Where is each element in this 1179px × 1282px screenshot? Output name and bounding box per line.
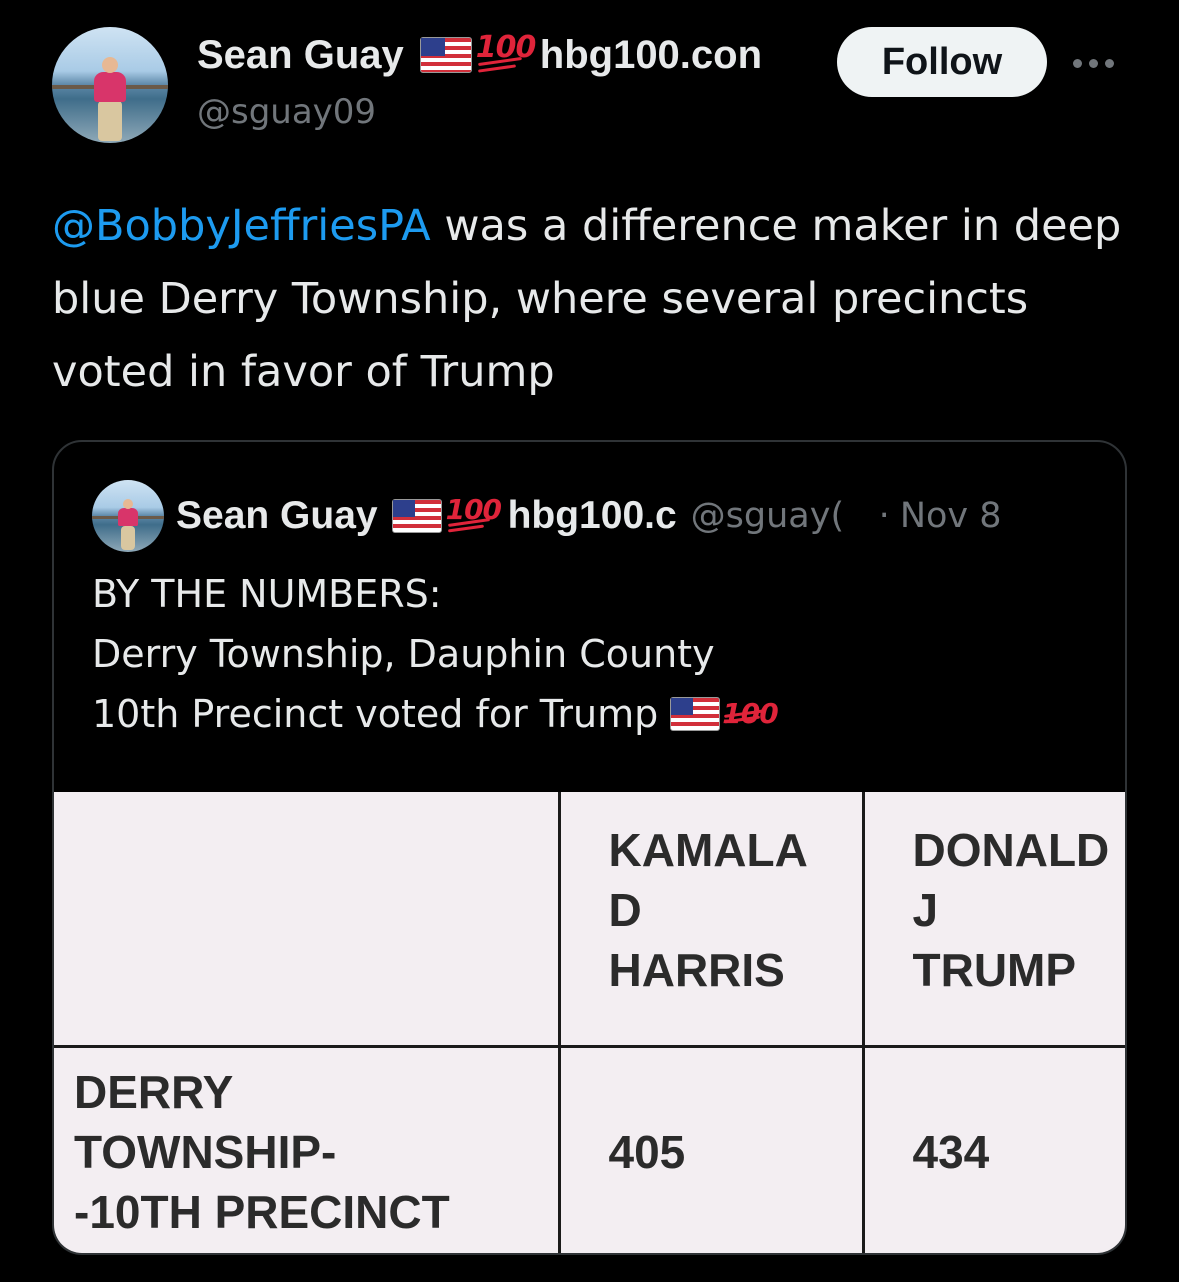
avatar-figure-head (123, 499, 133, 509)
author-handle[interactable]: @sguay09 (197, 92, 376, 132)
quoted-author-row: Sean Guay 100 hbg100.c @sguay( · Nov 8 (176, 492, 1002, 540)
avatar-figure-legs (98, 101, 122, 141)
main-avatar[interactable] (52, 27, 168, 143)
quoted-name-suffix: hbg100.c (507, 494, 677, 537)
table-cell-harris: 405 (557, 1044, 865, 1253)
avatar-figure-legs (121, 526, 135, 550)
mention-link[interactable]: @BobbyJeffriesPA (52, 201, 431, 251)
quoted-line-3-wrap: 10th Precinct voted for Trump 100 (92, 684, 1092, 744)
quoted-display-name: Sean Guay (176, 494, 378, 537)
quoted-date: Nov 8 (899, 496, 1002, 536)
separator-dot: · (878, 496, 890, 536)
hundred-points-icon: 100 (446, 493, 502, 533)
avatar-figure-body (118, 508, 138, 526)
quoted-line-2: Derry Township, Dauphin County (92, 632, 715, 676)
quoted-line-1: BY THE NUMBERS: (92, 572, 442, 616)
table-header-harris: KAMALA D HARRIS (557, 792, 865, 1048)
quoted-handle: @sguay( (690, 496, 845, 536)
us-flag-icon (419, 37, 472, 73)
author-name-row[interactable]: Sean Guay 100 hbg100.con (197, 30, 788, 80)
quoted-line-3: 10th Precinct voted for Trump (92, 692, 659, 736)
hundred-points-icon: 100 (476, 30, 536, 73)
avatar-figure-head (102, 57, 118, 73)
avatar-figure-body (94, 72, 126, 102)
quoted-text: BY THE NUMBERS: Derry Township, Dauphin … (92, 564, 1092, 744)
table-header-row: KAMALA D HARRIS DONALD J TRUMP (54, 792, 1125, 1048)
author-name-suffix[interactable]: hbg100.con (540, 33, 788, 78)
table-header-empty (54, 792, 561, 1048)
more-options-icon[interactable] (1073, 48, 1123, 78)
table-row: DERRY TOWNSHIP- -10TH PRECINCT 405 434 (54, 1044, 1125, 1253)
results-table-image[interactable]: KAMALA D HARRIS DONALD J TRUMP DERRY TOW… (54, 792, 1125, 1253)
table-header-trump: DONALD J TRUMP (861, 792, 1125, 1048)
results-table: KAMALA D HARRIS DONALD J TRUMP DERRY TOW… (54, 792, 1125, 1253)
us-flag-icon (391, 499, 442, 533)
quoted-avatar[interactable] (92, 480, 164, 552)
hundred-points-icon: 100 (722, 684, 778, 730)
us-flag-icon (670, 697, 721, 731)
follow-button[interactable]: Follow (837, 27, 1047, 97)
post-text: @BobbyJeffriesPA was a difference maker … (52, 190, 1142, 409)
table-cell-trump: 434 (861, 1044, 1125, 1253)
author-display-name[interactable]: Sean Guay (197, 33, 404, 78)
table-row-label: DERRY TOWNSHIP- -10TH PRECINCT (54, 1044, 561, 1253)
quoted-post-card[interactable]: Sean Guay 100 hbg100.c @sguay( · Nov 8 B… (52, 440, 1127, 1255)
